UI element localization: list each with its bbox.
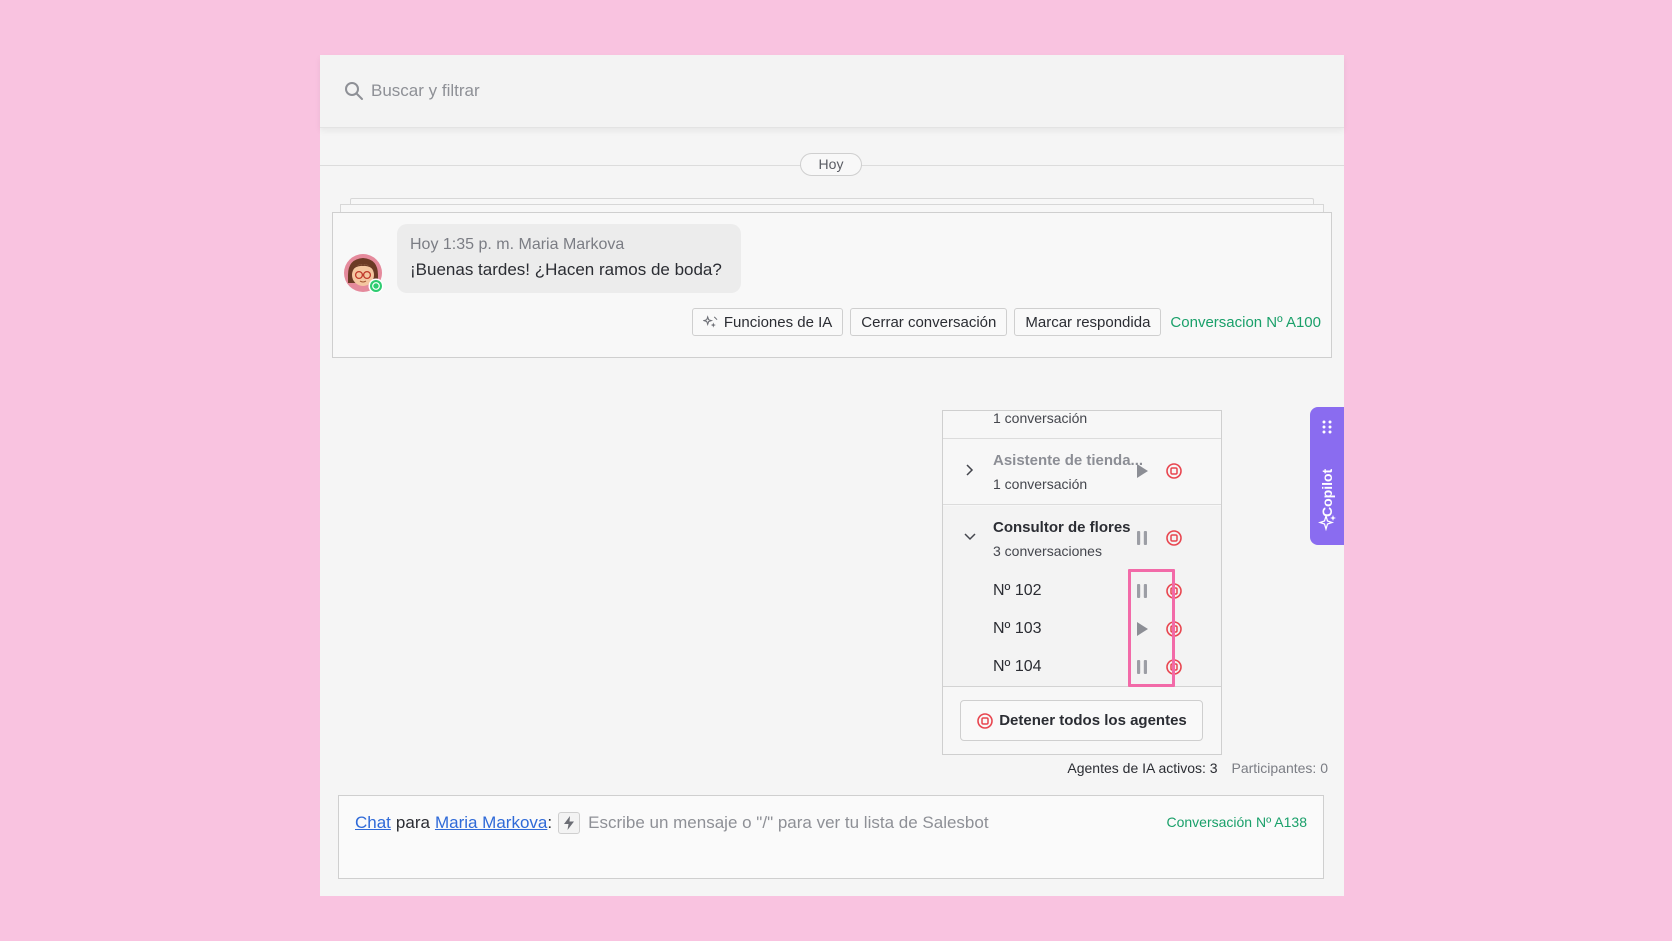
message-composer[interactable]: Chat para Maria Markova : Escribe un men… (338, 795, 1324, 879)
ai-functions-label: Funciones de IA (723, 313, 833, 331)
agent-conversation-label: Nº 102 (993, 582, 1042, 599)
agent-group-consultor[interactable]: Consultor de flores 3 conversaciones (943, 506, 1221, 572)
agent-group-sub: 3 conversaciones (993, 543, 1102, 559)
agents-status: Agentes de IA activos: 3 Participantes: … (1067, 760, 1328, 776)
pause-icon[interactable] (1133, 529, 1151, 547)
message-card: Hoy 1:35 p. m. Maria Markova ¡Buenas tar… (332, 212, 1332, 358)
chat-app: Buscar y filtrar Hoy Hoy 1:35 p. m. Mari… (320, 55, 1344, 896)
salesbot-button[interactable] (558, 812, 581, 834)
mark-answered-button[interactable]: Marcar respondida (1014, 308, 1162, 336)
play-icon[interactable] (1133, 462, 1151, 480)
agent-conversation-label: Nº 104 (993, 658, 1042, 675)
participants-count[interactable]: Participantes: 0 (1232, 760, 1329, 776)
chat-channel-link[interactable]: Chat (355, 813, 391, 833)
message-bubble: Hoy 1:35 p. m. Maria Markova ¡Buenas tar… (397, 224, 741, 293)
agent-group-title: Asistente de tienda... (993, 452, 1144, 469)
search-input[interactable]: Buscar y filtrar (371, 81, 480, 101)
agent-group-sub: 1 conversación (993, 476, 1088, 492)
composer-colon: : (547, 813, 553, 832)
drag-handle-icon[interactable] (1321, 419, 1333, 435)
chevron-right-icon[interactable] (963, 463, 977, 477)
stop-icon[interactable] (1165, 410, 1183, 411)
agent-group-row[interactable]: 1 conversación (943, 410, 1221, 439)
avatar[interactable] (343, 253, 385, 295)
search-bar[interactable]: Buscar y filtrar (320, 55, 1344, 128)
composer-para: para (395, 813, 430, 832)
chevron-down-icon[interactable] (963, 530, 977, 544)
panel-divider (943, 686, 1221, 687)
agent-group-sub: 1 conversación (993, 410, 1088, 426)
message-actions: Funciones de IA Cerrar conversación Marc… (691, 308, 1321, 336)
stop-all-agents-button[interactable]: Detener todos los agentes (960, 700, 1203, 741)
search-icon (345, 82, 363, 100)
ai-agents-panel: 1 conversación Asistente de tienda... 1 … (942, 410, 1222, 755)
sparkle-icon (702, 314, 718, 328)
stop-icon[interactable] (1165, 529, 1183, 547)
stop-icon (977, 712, 994, 729)
composer-line: Chat para Maria Markova : Escribe un men… (355, 812, 989, 834)
agent-group-asistente[interactable]: Asistente de tienda... 1 conversación (943, 439, 1221, 505)
lightning-icon (564, 816, 575, 830)
sparkle-icon (1318, 513, 1336, 532)
date-pill: Hoy (800, 153, 862, 176)
message-input[interactable]: Escribe un mensaje o "/" para ver tu lis… (588, 813, 988, 833)
agent-group-title: Consultor de flores (993, 519, 1131, 536)
message-text: ¡Buenas tardes! ¿Hacen ramos de boda? (410, 260, 722, 279)
message-meta: Hoy 1:35 p. m. Maria Markova (410, 236, 625, 253)
composer-conversation-id[interactable]: Conversación Nº A138 (1166, 814, 1307, 830)
active-agents-count[interactable]: Agentes de IA activos: 3 (1067, 760, 1217, 776)
agent-conversation-item[interactable]: Nº 103 (943, 610, 1221, 648)
stop-icon[interactable] (1165, 462, 1183, 480)
whatsapp-icon (368, 278, 384, 294)
copilot-tab[interactable]: Copilot (1310, 407, 1344, 545)
conversation-id-link[interactable]: Conversacion Nº A100 (1170, 314, 1321, 331)
contact-link[interactable]: Maria Markova (435, 813, 547, 833)
ai-functions-button[interactable]: Funciones de IA (691, 308, 844, 336)
agent-conversation-item[interactable]: Nº 102 (943, 572, 1221, 610)
agent-conversation-label: Nº 103 (993, 620, 1042, 637)
stop-all-label: Detener todos los agentes (999, 712, 1187, 729)
agent-conversation-item[interactable]: Nº 104 (943, 648, 1221, 686)
highlight-annotation (1128, 569, 1175, 687)
close-conversation-button[interactable]: Cerrar conversación (850, 308, 1008, 336)
